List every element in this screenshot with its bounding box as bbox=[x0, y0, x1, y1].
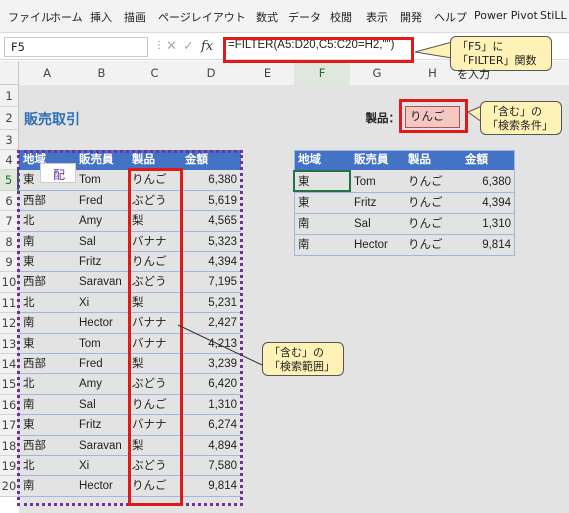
menu-view[interactable]: 表示 bbox=[366, 9, 388, 25]
col-header-b[interactable]: B bbox=[75, 61, 129, 86]
menu-insert[interactable]: 挿入 bbox=[90, 9, 112, 25]
product-label: 製品： bbox=[365, 113, 401, 125]
more-options-icon[interactable]: ⋮ bbox=[154, 40, 164, 56]
menu-page-layout[interactable]: ページレイアウト bbox=[158, 9, 246, 25]
row-header-2[interactable]: 2 bbox=[0, 107, 19, 130]
search-range-highlight-box bbox=[128, 168, 183, 506]
range-note-callout: 「含む」の「検索範囲」 bbox=[262, 342, 344, 376]
menu-help[interactable]: ヘルプ bbox=[434, 9, 467, 25]
formula-note-callout: 「F5」に「FILTER」関数を入力 bbox=[450, 36, 552, 81]
col-header-f[interactable]: F bbox=[294, 61, 351, 87]
cancel-icon[interactable]: ✕ bbox=[166, 39, 177, 54]
menu-still[interactable]: StiLL bbox=[540, 9, 567, 22]
confirm-icon[interactable]: ✓ bbox=[183, 39, 194, 54]
formula-highlight-box bbox=[223, 37, 414, 63]
col-header-e[interactable]: E bbox=[241, 61, 295, 86]
row-header-3[interactable]: 3 bbox=[0, 130, 19, 150]
criteria-note-callout: 「含む」の「検索条件」 bbox=[480, 101, 562, 135]
menu-home[interactable]: ホーム bbox=[50, 9, 83, 25]
name-box[interactable]: F5 bbox=[4, 37, 148, 57]
menu-draw[interactable]: 描画 bbox=[124, 9, 146, 25]
col-header-g[interactable]: G bbox=[350, 61, 405, 86]
col-header-d[interactable]: D bbox=[181, 61, 242, 86]
filter-results-outline bbox=[294, 150, 515, 256]
col-header-c[interactable]: C bbox=[128, 61, 182, 86]
menu-power-pivot[interactable]: Power Pivot bbox=[474, 9, 538, 22]
ribbon-menu-bar: ファイル ホーム 挿入 描画 ページレイアウト 数式 データ 校閲 表示 開発 … bbox=[0, 0, 569, 33]
row-header-1[interactable]: 1 bbox=[0, 85, 19, 107]
criteria-highlight-box bbox=[399, 99, 468, 133]
menu-file[interactable]: ファイル bbox=[8, 9, 52, 25]
active-cell-f5[interactable] bbox=[293, 170, 351, 192]
menu-review[interactable]: 校閲 bbox=[330, 9, 352, 25]
sheet-title: 販売取引 bbox=[24, 112, 80, 128]
insert-function-icon[interactable]: fx bbox=[201, 39, 213, 54]
menu-data[interactable]: データ bbox=[288, 9, 321, 25]
menu-formulas[interactable]: 数式 bbox=[256, 9, 278, 25]
col-header-a[interactable]: A bbox=[19, 61, 76, 86]
select-all-corner[interactable] bbox=[0, 61, 19, 85]
menu-developer[interactable]: 開発 bbox=[400, 9, 422, 25]
